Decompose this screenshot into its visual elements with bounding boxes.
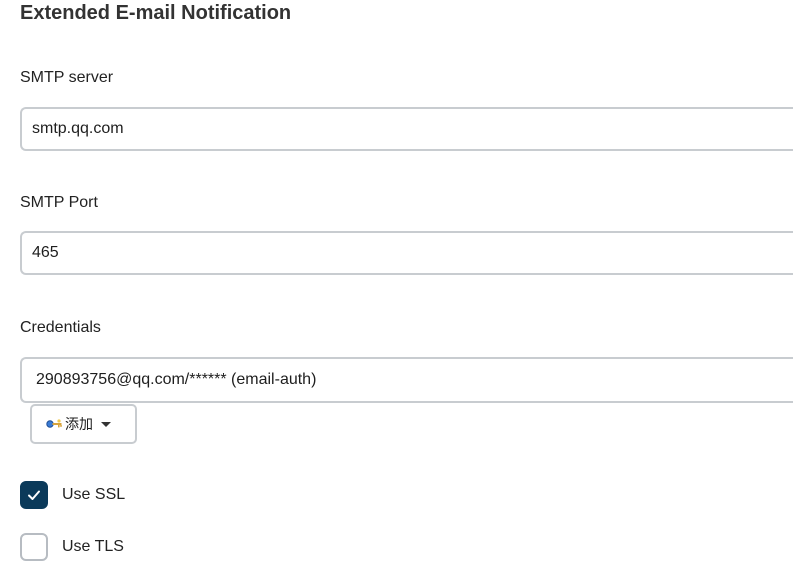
- credentials-label: Credentials: [20, 319, 101, 336]
- use-ssl-label: Use SSL: [62, 486, 126, 503]
- smtp-server-input[interactable]: [20, 107, 793, 151]
- key-icon: [46, 418, 64, 430]
- email-notification-settings: Extended E-mail Notification SMTP server…: [0, 0, 793, 564]
- use-tls-label: Use TLS: [62, 538, 124, 555]
- smtp-port-input[interactable]: [20, 231, 793, 275]
- smtp-server-label: SMTP server: [20, 69, 114, 86]
- use-tls-row: Use TLS: [20, 533, 124, 561]
- use-tls-checkbox[interactable]: [20, 533, 48, 561]
- checkmark-icon: [28, 490, 40, 500]
- add-credentials-button[interactable]: 添加: [30, 404, 137, 444]
- credentials-select[interactable]: 290893756@qq.com/****** (email-auth): [20, 357, 793, 403]
- section-title: Extended E-mail Notification: [20, 2, 292, 24]
- smtp-port-label: SMTP Port: [20, 194, 98, 211]
- use-ssl-row: Use SSL: [20, 481, 125, 509]
- caret-down-icon: [101, 421, 111, 427]
- use-ssl-checkbox[interactable]: [20, 481, 48, 509]
- credentials-selected-value: 290893756@qq.com/****** (email-auth): [36, 371, 317, 388]
- add-button-label: 添加: [65, 417, 93, 433]
